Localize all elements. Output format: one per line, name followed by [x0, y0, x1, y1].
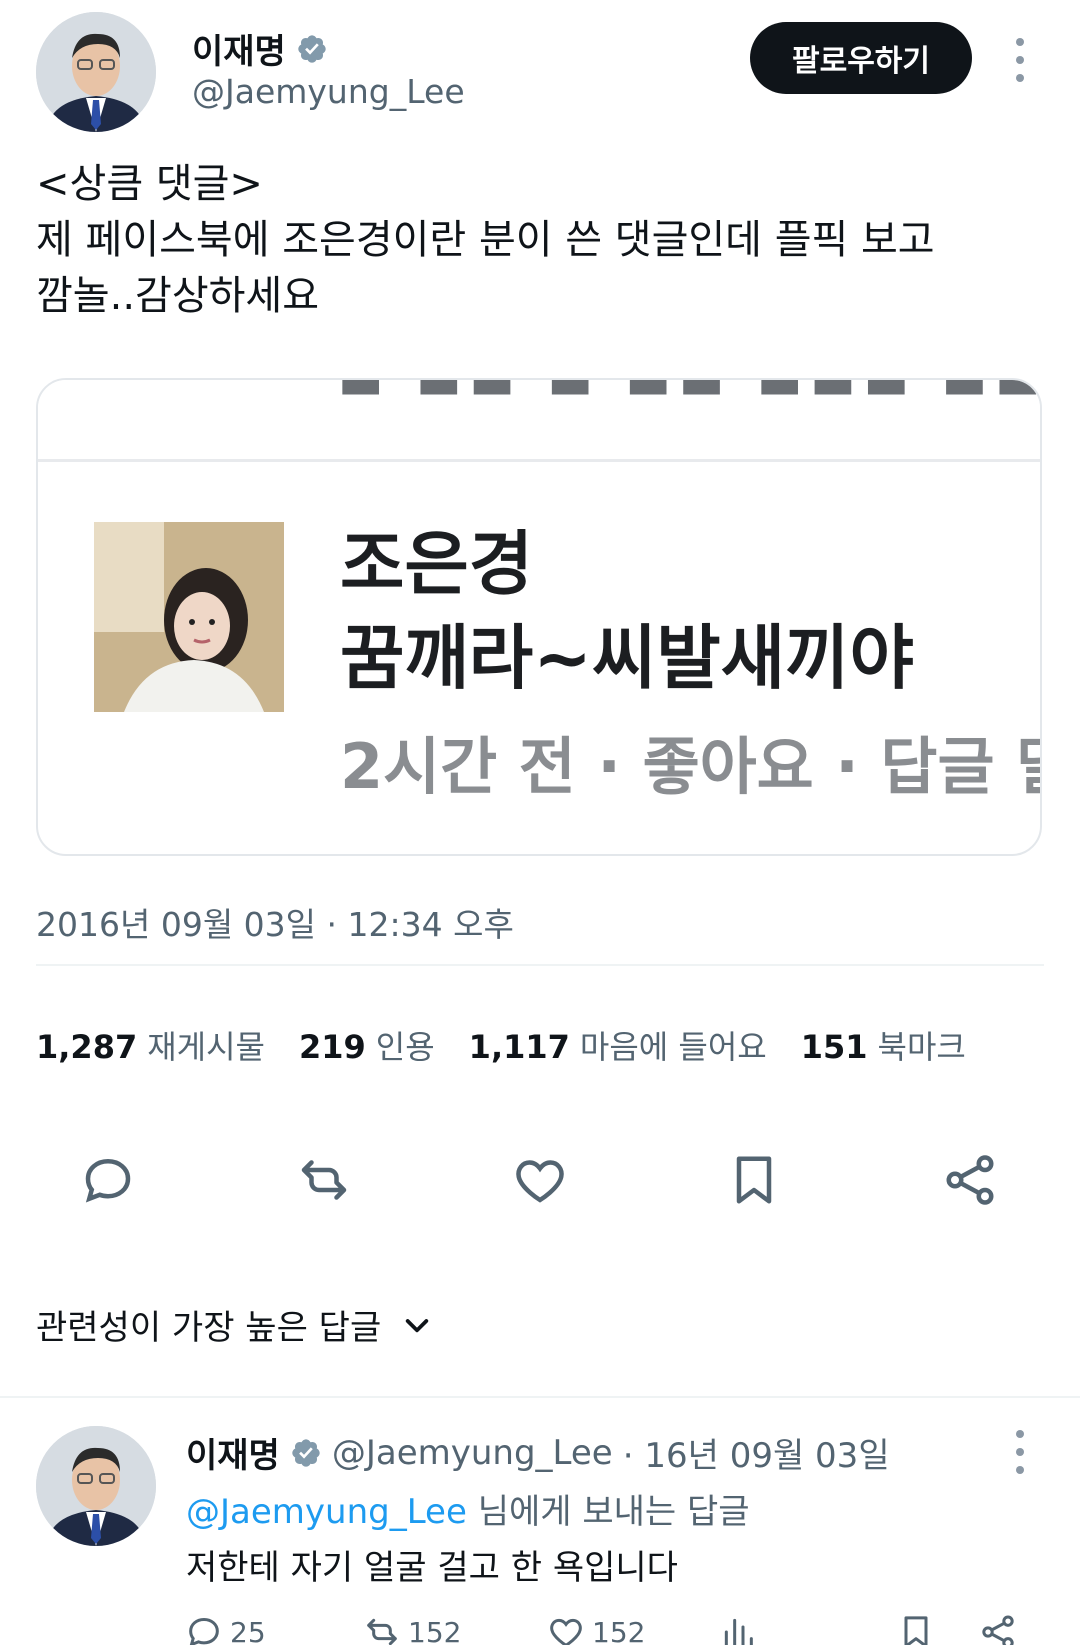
reply-views-button[interactable]	[718, 1612, 758, 1645]
stat-bookmarks[interactable]: 151 북마크	[801, 1022, 966, 1068]
comment-meta: 2시간 전 · 좋아요 · 답글 달	[340, 730, 1042, 803]
more-options-icon[interactable]	[1010, 38, 1030, 82]
stat-quotes[interactable]: 219 인용	[299, 1022, 435, 1068]
reply-repost-button[interactable]: 152	[362, 1612, 461, 1645]
media-cropped-strip: ▬ ▬▬ ▬ ▬▬ ▬▬▬ ▬▬▬	[38, 380, 1040, 462]
tweet-line: 제 페이스북에 조은경이란 분이 쓴 댓글인데 플픽 보고	[36, 217, 935, 263]
tweet-line: <상큼 댓글>	[36, 161, 263, 207]
reply-text: 저한테 자기 얼굴 걸고 한 욕입니다	[186, 1548, 678, 1588]
like-icon	[550, 1618, 582, 1645]
share-icon	[982, 1615, 1014, 1645]
reply-bookmark-button[interactable]	[896, 1612, 936, 1645]
divider	[0, 1396, 1080, 1398]
reply-share-button[interactable]	[978, 1612, 1018, 1645]
media-cropped-text: ▬ ▬▬ ▬ ▬▬ ▬▬▬ ▬▬▬	[338, 380, 1040, 410]
share-icon[interactable]	[938, 1148, 1002, 1212]
reply-date[interactable]: · 16년 09월 03일	[623, 1428, 890, 1477]
engagement-stats: 1,287 재게시물 219 인용 1,117 마음에 들어요 151 북마크	[36, 1022, 966, 1068]
reply-more-options-icon[interactable]	[1010, 1430, 1030, 1474]
divider	[36, 964, 1044, 966]
commenter-name: 조은경	[340, 523, 534, 605]
verified-badge-icon	[292, 1438, 320, 1467]
tweet-text: <상큼 댓글> 제 페이스북에 조은경이란 분이 쓴 댓글인데 플픽 보고 깜놀…	[36, 156, 1036, 324]
reply-like-button[interactable]: 152	[546, 1612, 645, 1645]
commenter-photo	[94, 522, 284, 712]
stat-reposts[interactable]: 1,287 재게시물	[36, 1022, 265, 1068]
chevron-down-icon	[406, 1318, 429, 1332]
reply-actions: 25 152 152	[0, 1612, 1080, 1645]
views-icon	[724, 1618, 753, 1645]
tweet-media-image[interactable]: ▬ ▬▬ ▬ ▬▬ ▬▬▬ ▬▬▬ 조은경 꿈깨라~씨발새끼야 2시간 전 · …	[36, 378, 1042, 856]
replying-to: @Jaemyung_Lee 님에게 보내는 답글	[186, 1484, 750, 1533]
verified-badge-icon	[298, 34, 326, 63]
bookmark-icon[interactable]	[722, 1148, 786, 1212]
reply-icon	[189, 1617, 219, 1645]
reply-icon[interactable]	[76, 1148, 140, 1212]
like-count: 152	[592, 1615, 646, 1645]
reply-author-name[interactable]: 이재명	[186, 1428, 280, 1477]
author-avatar[interactable]	[36, 12, 156, 132]
tweet-line: 깜놀..감상하세요	[36, 273, 320, 319]
reply-avatar[interactable]	[36, 1426, 156, 1546]
author-name-text: 이재명	[192, 32, 286, 72]
bookmark-icon	[904, 1616, 928, 1645]
tweet-actions	[0, 1148, 1080, 1218]
tweet-timestamp[interactable]: 2016년 09월 03일 · 12:34 오후	[36, 898, 514, 946]
replies-sort-label: 관련성이 가장 높은 답글	[36, 1308, 382, 1348]
mention-link[interactable]: @Jaemyung_Lee	[186, 1492, 467, 1532]
reply-header: 이재명 @Jaemyung_Lee · 16년 09월 03일	[186, 1428, 890, 1477]
author-handle[interactable]: @Jaemyung_Lee	[192, 72, 465, 111]
replying-to-suffix: 님에게 보내는 답글	[466, 1492, 750, 1532]
repost-icon	[367, 1618, 397, 1645]
comment-text: 꿈깨라~씨발새끼야	[340, 617, 914, 699]
like-icon[interactable]	[508, 1148, 572, 1212]
reply-count: 25	[230, 1615, 266, 1645]
replies-sort-dropdown[interactable]: 관련성이 가장 높은 답글	[36, 1300, 433, 1349]
reply-author-handle[interactable]: @Jaemyung_Lee	[332, 1433, 613, 1473]
stat-likes[interactable]: 1,117 마음에 들어요	[469, 1022, 767, 1068]
reply-reply-button[interactable]: 25	[184, 1612, 266, 1645]
repost-count: 152	[408, 1615, 462, 1645]
author-name[interactable]: 이재명	[192, 24, 328, 73]
repost-icon[interactable]	[292, 1148, 356, 1212]
follow-button[interactable]: 팔로우하기	[750, 22, 972, 94]
